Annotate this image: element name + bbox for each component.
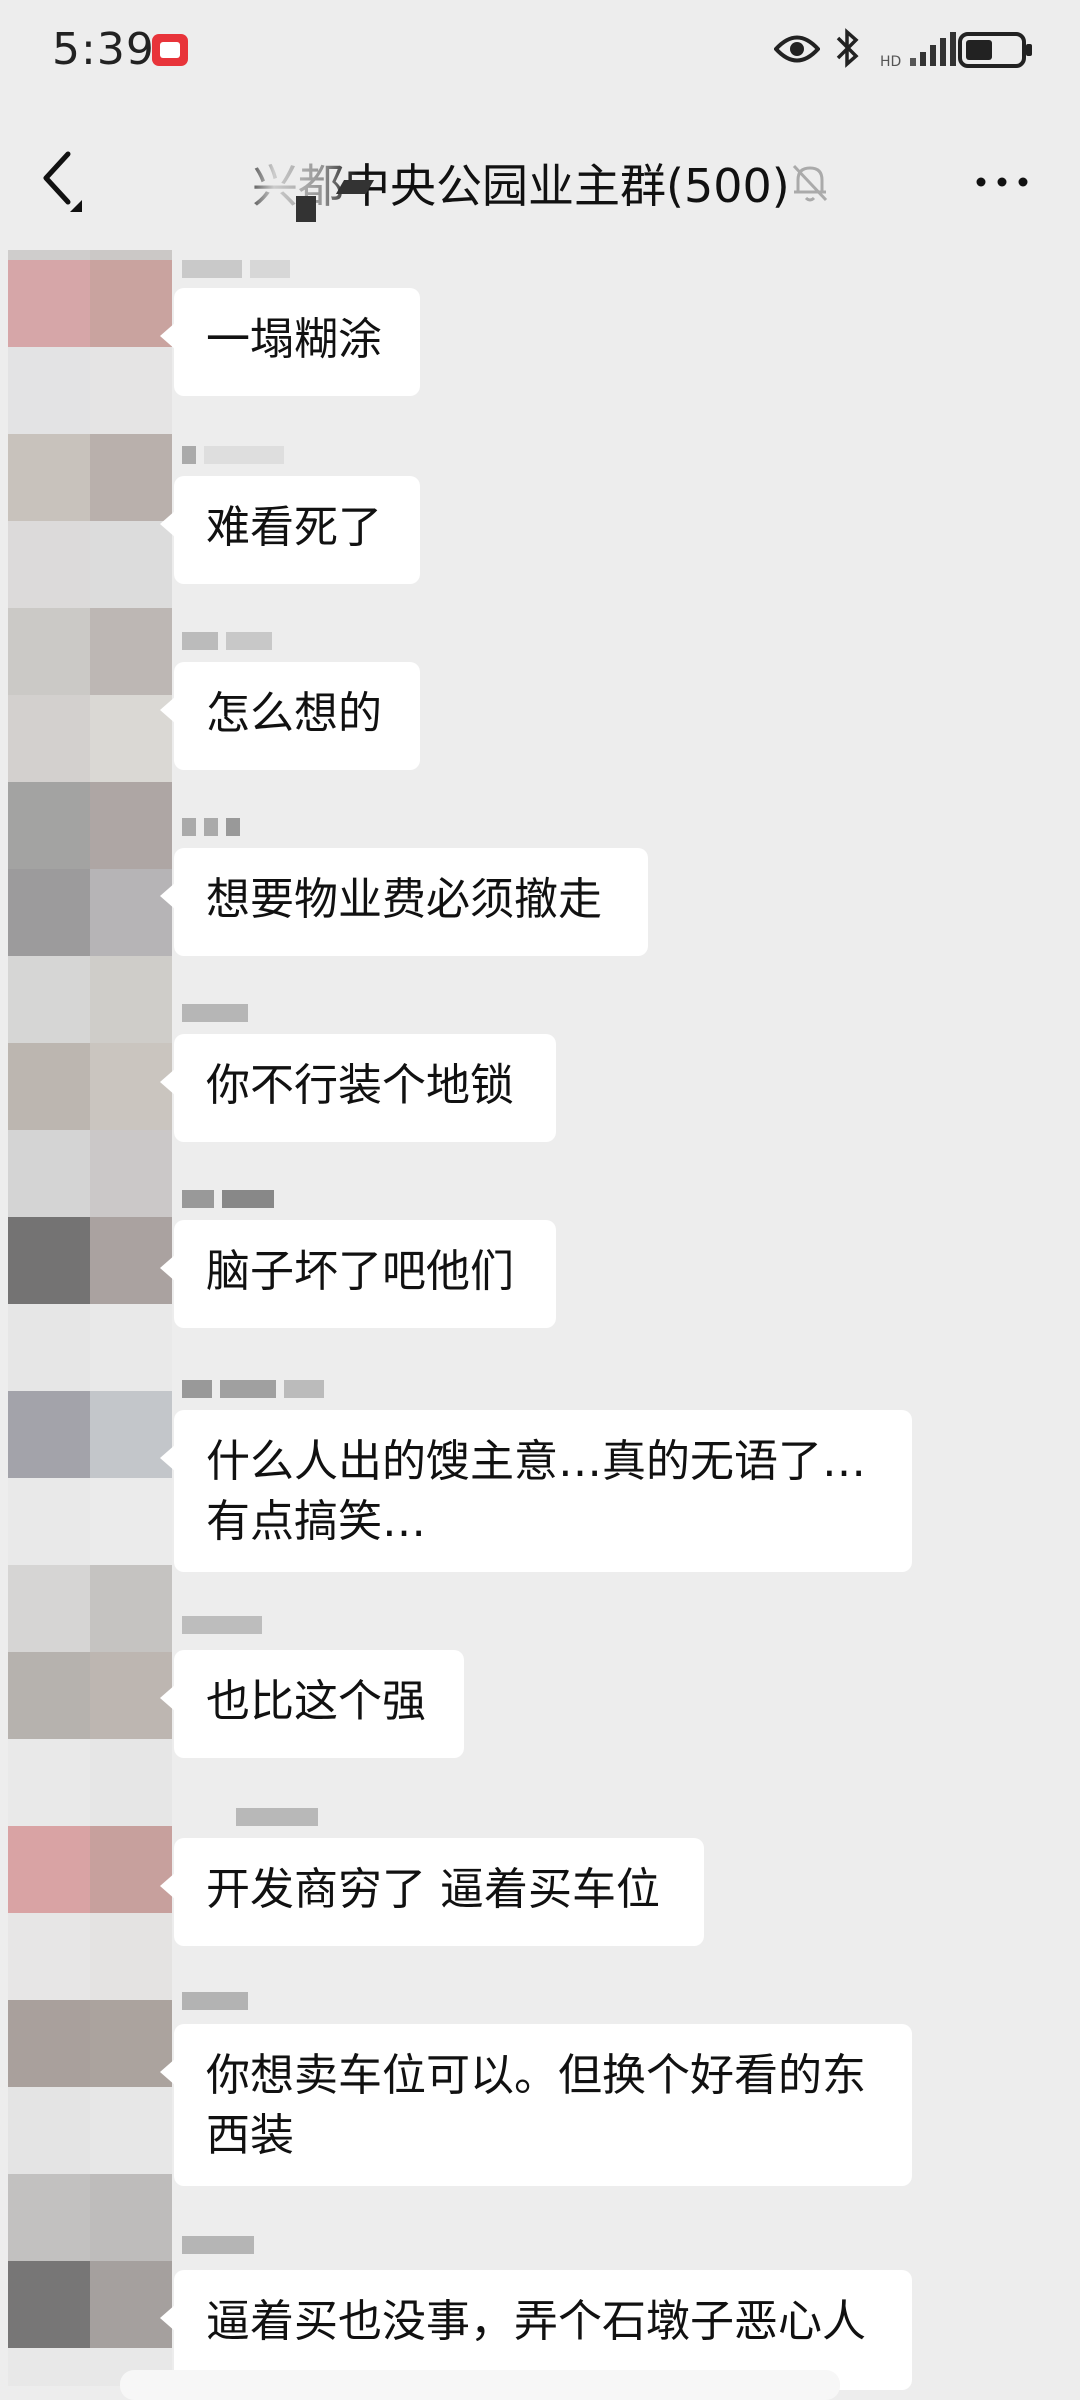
title-redaction-mark (296, 196, 316, 222)
sender-name-redacted (236, 1808, 326, 1826)
message-bubble[interactable]: 一塌糊涂 (160, 288, 420, 396)
message-bubble[interactable]: 什么人出的馊主意…真的无语了… 有点搞笑… (160, 1410, 912, 1572)
input-bar-edge (120, 2370, 840, 2400)
eye-icon (774, 35, 820, 63)
message-bubble[interactable]: 也比这个强 (160, 1650, 464, 1758)
sender-name-redacted (182, 446, 292, 464)
avatar[interactable] (8, 956, 90, 1043)
avatar-column (8, 250, 172, 2386)
sender-name-redacted (182, 1992, 256, 2010)
message-bubble[interactable]: 你不行装个地锁 (160, 1034, 556, 1142)
svg-text:HD: HD (880, 54, 901, 68)
signal-icon: HD (880, 32, 956, 68)
status-bar: 5:39 HD (0, 0, 1080, 110)
avatar[interactable] (8, 260, 90, 347)
message-bubble[interactable]: 脑子坏了吧他们 (160, 1220, 556, 1328)
avatar[interactable] (8, 2261, 90, 2348)
battery-icon (958, 32, 1032, 68)
sender-name-redacted (182, 2236, 262, 2254)
message-bubble[interactable]: 开发商穷了 逼着买车位 (160, 1838, 704, 1946)
bluetooth-icon (836, 28, 859, 68)
mute-bell-icon (792, 164, 828, 202)
message-bubble[interactable]: 难看死了 (160, 476, 420, 584)
sender-name-redacted (182, 1380, 332, 1398)
avatar[interactable] (8, 1565, 90, 1652)
sender-name-redacted (182, 1190, 282, 1208)
sender-name-redacted (182, 632, 280, 650)
notification-app-icon (152, 34, 188, 66)
avatar[interactable] (8, 1826, 90, 1913)
sender-name-redacted (182, 1616, 270, 1634)
avatar[interactable] (8, 1130, 90, 1217)
message-bubble[interactable]: 你想卖车位可以。但换个好看的东 西装 (160, 2024, 912, 2186)
sender-name-redacted (182, 818, 248, 836)
avatar[interactable] (8, 608, 90, 695)
sender-name-redacted (182, 260, 298, 278)
avatar[interactable] (8, 434, 90, 521)
avatar[interactable] (8, 2000, 90, 2087)
back-arrow-icon[interactable] (36, 146, 92, 216)
chat-header: 兴都中央公园业主群(500) (0, 110, 1080, 250)
avatar[interactable] (8, 1391, 90, 1478)
message-list[interactable]: 一塌糊涂 难看死了 怎么想的 想要物业费必须撤走 你不行装个地锁 脑子坏了吧他们… (0, 250, 1080, 2390)
message-bubble[interactable]: 想要物业费必须撤走 (160, 848, 648, 956)
avatar[interactable] (8, 782, 90, 869)
sender-name-redacted (182, 1004, 256, 1022)
message-bubble[interactable]: 怎么想的 (160, 662, 420, 770)
status-time: 5:39 (52, 24, 155, 75)
more-options-icon[interactable] (975, 172, 1029, 192)
